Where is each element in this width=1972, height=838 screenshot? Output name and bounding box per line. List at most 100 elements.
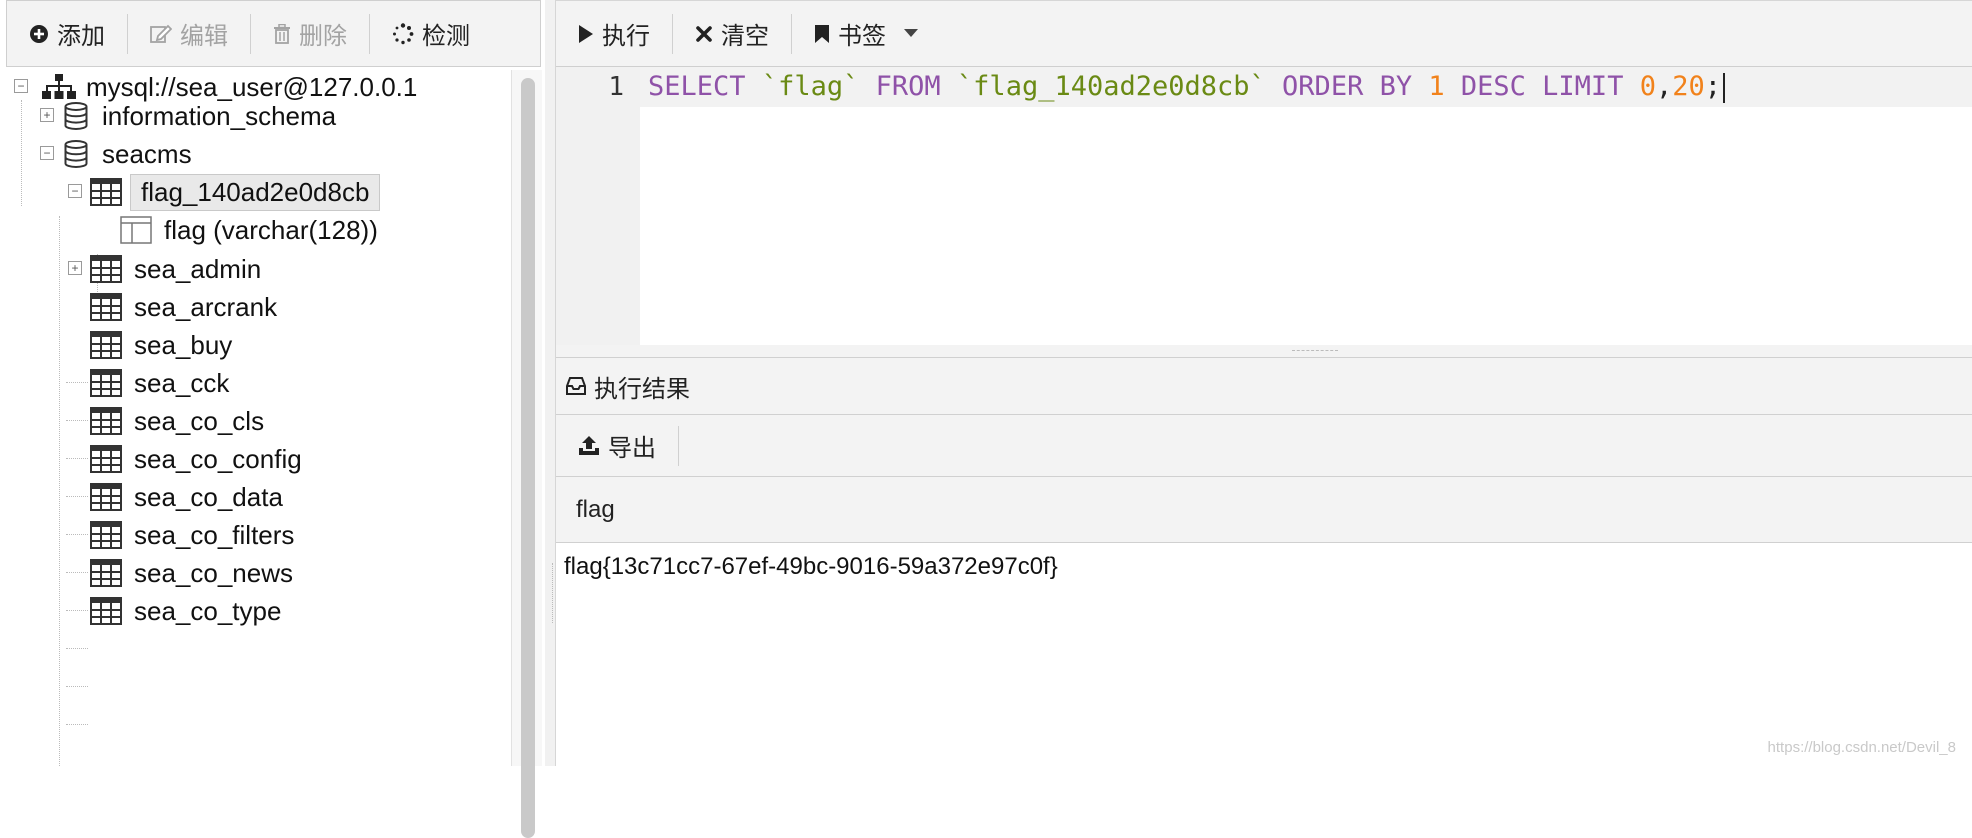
line-gutter: 1 [556,67,640,345]
results-grid-header: flag [556,477,1972,543]
tree-node-table[interactable]: sea_cck [90,363,229,403]
tree-node-table[interactable]: sea_co_type [90,591,281,631]
column-header[interactable]: flag [576,496,615,524]
results-header: 执行结果 [556,357,1972,415]
tree-node-table[interactable]: flag_140ad2e0d8cb [90,172,381,212]
keyword-token: ORDER BY [1282,71,1413,102]
sql-editor[interactable]: 1 SELECT `flag` FROM `flag_140ad2e0d8cb`… [556,67,1972,346]
resize-handle[interactable] [552,563,557,623]
keyword-token: SELECT [648,71,746,102]
tree-connector [59,216,60,766]
table-icon [90,369,122,397]
tree-node-table[interactable]: sea_co_news [90,553,293,593]
query-panel: 执行 清空 书签 1 SELECT `flag` FROM `flag_140a… [552,0,1972,766]
bookmark-icon [814,24,830,44]
tree-node-table[interactable]: sea_admin [90,249,261,289]
table-icon [90,559,122,587]
panel-splitter[interactable] [545,0,556,766]
run-button[interactable]: 执行 [556,1,672,66]
tree-node-column[interactable]: flag (varchar(128)) [120,210,378,250]
keyword-token: FROM [875,71,941,102]
add-button[interactable]: 添加 [7,1,127,66]
connection-toolbar: 添加 编辑 删除 检测 [6,0,541,67]
sql-code-line[interactable]: SELECT `flag` FROM `flag_140ad2e0d8cb` O… [648,67,1726,107]
editor-toolbar: 执行 清空 书签 [556,0,1972,67]
table-label: sea_admin [134,253,262,284]
database-icon [64,140,88,168]
tree-node-database[interactable]: information_schema [64,96,336,136]
table-label: sea_co_filters [134,519,295,550]
edit-label: 编辑 [180,23,228,50]
punctuation-token: , [1655,71,1673,102]
table-icon [90,407,122,435]
export-button[interactable]: 导出 [556,415,678,476]
table-icon [90,521,122,549]
collapse-toggle-icon[interactable]: − [40,146,54,160]
tree-node-table[interactable]: sea_co_filters [90,515,294,555]
tree-node-table[interactable]: sea_co_data [90,477,283,517]
database-label: information_schema [102,100,337,131]
identifier-token: `flag_140ad2e0d8cb` [956,71,1266,102]
table-label: sea_co_news [134,557,293,588]
editor-results-splitter[interactable] [556,345,1972,357]
column-icon [120,216,152,244]
edit-button[interactable]: 编辑 [128,1,250,66]
scrollbar-thumb[interactable] [521,78,535,838]
table-label: flag_140ad2e0d8cb [130,173,381,211]
run-label: 执行 [602,23,650,50]
table-icon [90,178,122,206]
bookmark-button[interactable]: 书签 [792,1,940,66]
number-token: 0 [1639,71,1656,102]
expand-toggle-icon[interactable]: + [68,261,82,275]
upload-icon [578,435,600,456]
spinner-icon [392,22,414,45]
tree-connector [66,458,88,459]
column-label: flag (varchar(128)) [164,214,378,245]
database-tree: − mysql://sea_user@127.0.0.1 + informati… [6,70,511,766]
tree-connector [66,420,88,421]
table-cell[interactable]: flag{13c71cc7-67ef-49bc-9016-59a372e97c0… [564,553,1058,581]
results-grid-body: flag{13c71cc7-67ef-49bc-9016-59a372e97c0… [552,543,1972,766]
expand-toggle-icon[interactable]: + [40,108,54,122]
table-label: sea_co_type [134,595,282,626]
table-icon [90,483,122,511]
line-number: 1 [608,72,624,102]
trash-icon [273,23,291,44]
table-icon [90,331,122,359]
table-label: sea_arcrank [134,291,278,322]
connection-panel: 添加 编辑 删除 检测 − mysql://sea_user@127.0.0.1… [0,0,547,838]
tree-node-table[interactable]: sea_arcrank [90,287,277,327]
results-toolbar: 导出 [556,415,1972,477]
tree-node-table[interactable]: sea_buy [90,325,232,365]
tree-connector [21,100,22,206]
watermark: https://blog.csdn.net/Devil_8 [1767,739,1956,756]
results-title: 执行结果 [594,375,690,403]
text-cursor [1723,72,1726,103]
table-label: sea_buy [134,329,233,360]
tree-connector [66,534,88,535]
delete-button[interactable]: 删除 [251,1,369,66]
tree-connector [66,610,88,611]
tree-scrollbar[interactable] [511,70,542,838]
table-label: sea_co_cls [134,405,265,436]
tree-connector [66,686,88,687]
collapse-toggle-icon[interactable]: − [68,184,82,198]
tree-connector [66,724,88,725]
tree-node-database[interactable]: seacms [64,134,192,174]
punctuation-token: ; [1704,71,1722,102]
tree-node-table[interactable]: sea_co_config [90,439,302,479]
bookmark-label: 书签 [838,23,886,50]
clear-button[interactable]: 清空 [673,1,791,66]
check-button[interactable]: 检测 [370,1,492,66]
collapse-toggle-icon[interactable]: − [14,79,28,93]
table-icon [90,255,122,283]
tree-node-table[interactable]: sea_co_cls [90,401,264,441]
splitter-grip[interactable] [1292,350,1338,351]
tree-connector [66,382,88,383]
